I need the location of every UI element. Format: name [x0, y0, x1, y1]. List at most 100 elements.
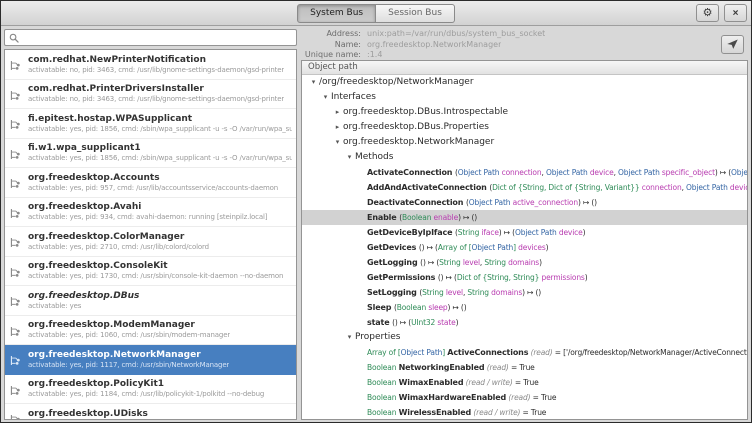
session-bus-tab[interactable]: Session Bus: [376, 4, 455, 23]
bus-list-item[interactable]: org.freedesktop.Accountsactivatable: yes…: [5, 168, 296, 198]
bus-detail: activatable: yes, pid: 1856, cmd: /sbin/…: [28, 154, 292, 163]
bus-detail: activatable: yes, pid: 934, cmd: avahi-d…: [28, 213, 267, 222]
method-row[interactable]: ActivateConnection (Object Path connecti…: [302, 165, 747, 180]
bus-list-item[interactable]: org.freedesktop.ConsoleKitactivatable: y…: [5, 257, 296, 287]
gear-icon: ⚙: [703, 7, 713, 19]
bus-detail: activatable: yes, pid: 1184, cmd: /usr/l…: [28, 390, 264, 399]
method-row[interactable]: GetPermissions () ↦ (Dict of {String, St…: [302, 270, 747, 285]
bus-name: org.freedesktop.ColorManager: [28, 231, 209, 243]
dbus-service-icon: [9, 234, 23, 248]
address-value: unix:path=/var/run/dbus/system_bus_socke…: [367, 29, 545, 40]
dfeet-window: System Bus Session Bus ⚙ ×: [0, 0, 752, 423]
search-icon: [9, 28, 19, 47]
bus-detail: activatable: no, pid: 3463, cmd: /usr/li…: [28, 95, 284, 104]
bus-name-pane: com.redhat.NewPrinterNotification activat…: [1, 26, 297, 422]
close-button[interactable]: ×: [724, 4, 747, 22]
expander-icon[interactable]: ▾: [308, 75, 319, 90]
bus-name: org.freedesktop.Avahi: [28, 201, 267, 213]
search-entry[interactable]: [4, 29, 297, 46]
bus-list-item[interactable]: fi.w1.wpa_supplicant1activatable: yes, p…: [5, 139, 296, 169]
bus-name: fi.epitest.hostap.WPASupplicant: [28, 113, 292, 125]
bus-name: com.redhat.NewPrinterNotification: [28, 54, 284, 66]
bus-list-item[interactable]: org.freedesktop.Avahiactivatable: yes, p…: [5, 198, 296, 228]
bus-name: org.freedesktop.NetworkManager: [28, 349, 229, 361]
introspection-pane: Address: unix:path=/var/run/dbus/system_…: [301, 26, 751, 422]
settings-button[interactable]: ⚙: [696, 4, 719, 22]
bus-name: org.freedesktop.UDisks: [28, 408, 148, 420]
bus-detail: activatable: yes, pid: 1117, cmd: /usr/s…: [28, 361, 229, 370]
method-row[interactable]: SetLogging (String level, String domains…: [302, 285, 747, 300]
property-row[interactable]: Array of [Object Path] ActiveConnections…: [302, 345, 747, 360]
dbus-service-icon: [9, 57, 23, 71]
bus-detail: activatable: yes, pid: 1856, cmd: /sbin/…: [28, 125, 292, 134]
method-row[interactable]: GetDeviceByIpIface (String iface) ↦ (Obj…: [302, 225, 747, 240]
interface-node[interactable]: ▸org.freedesktop.DBus.Introspectable: [302, 105, 747, 120]
bus-detail: activatable: yes, pid: 1060, cmd: /usr/s…: [28, 331, 230, 340]
property-row[interactable]: Boolean WirelessEnabled (read / write) =…: [302, 405, 747, 419]
property-row[interactable]: Boolean WimaxHardwareEnabled (read) = Tr…: [302, 390, 747, 405]
bus-detail: activatable: yes: [28, 302, 139, 311]
bus-list-item[interactable]: org.freedesktop.ColorManageractivatable:…: [5, 227, 296, 257]
dbus-service-icon: [9, 382, 23, 396]
dbus-service-icon: [9, 352, 23, 366]
bus-detail: activatable: yes, pid: 2710, cmd: /usr/l…: [28, 243, 209, 252]
bus-name: org.freedesktop.DBus: [28, 290, 139, 302]
bus-list-item[interactable]: com.redhat.PrinterDriversInstalleractiva…: [5, 80, 296, 110]
expander-icon[interactable]: ▾: [320, 90, 331, 105]
bus-name: fi.w1.wpa_supplicant1: [28, 142, 292, 154]
methods-node[interactable]: ▾Methods: [302, 150, 747, 165]
bus-list-item[interactable]: org.freedesktop.ModemManageractivatable:…: [5, 316, 296, 346]
method-row[interactable]: AddAndActivateConnection (Dict of {Strin…: [302, 180, 747, 195]
method-row[interactable]: DeactivateConnection (Object Path active…: [302, 195, 747, 210]
dbus-service-icon: [9, 411, 23, 420]
bus-name: org.freedesktop.ModemManager: [28, 319, 230, 331]
interface-node[interactable]: ▾org.freedesktop.NetworkManager: [302, 135, 747, 150]
object-tree-body: ▾/org/freedesktop/NetworkManager▾Interfa…: [302, 75, 747, 419]
tree-column-header[interactable]: Object path: [302, 61, 747, 75]
interface-node[interactable]: ▸org.freedesktop.DBus.Properties: [302, 120, 747, 135]
send-icon: [726, 38, 739, 53]
method-row[interactable]: GetDevices () ↦ (Array of [Object Path] …: [302, 240, 747, 255]
dbus-service-icon: [9, 116, 23, 130]
interfaces-node[interactable]: ▾Interfaces: [302, 90, 747, 105]
bus-switcher: System Bus Session Bus: [297, 4, 455, 23]
toolbar-right-group: ⚙ ×: [696, 4, 747, 22]
bus-detail: activatable: yes, pid: 957, cmd: /usr/li…: [28, 184, 278, 193]
execute-method-button[interactable]: [721, 35, 744, 54]
bus-list-item[interactable]: com.redhat.NewPrinterNotificationactivat…: [5, 50, 296, 80]
object-path-tree: Object path ▾/org/freedesktop/NetworkMan…: [301, 60, 748, 420]
name-label: Name:: [303, 40, 361, 51]
search-input[interactable]: [23, 33, 292, 43]
dbus-service-icon: [9, 146, 23, 160]
bus-list-item[interactable]: org.freedesktop.DBusactivatable: yes: [5, 286, 296, 316]
dbus-service-icon: [9, 323, 23, 337]
property-row[interactable]: Boolean NetworkingEnabled (read) = True: [302, 360, 747, 375]
bus-list-item[interactable]: org.freedesktop.NetworkManageractivatabl…: [5, 345, 296, 375]
expander-icon[interactable]: ▸: [332, 105, 343, 120]
dbus-service-icon: [9, 293, 23, 307]
expander-icon[interactable]: ▾: [332, 135, 343, 150]
bus-list-item[interactable]: fi.epitest.hostap.WPASupplicantactivatab…: [5, 109, 296, 139]
expander-icon[interactable]: ▾: [344, 150, 355, 165]
expander-icon[interactable]: ▾: [344, 330, 355, 345]
address-label: Address:: [303, 29, 361, 40]
dbus-service-icon: [9, 175, 23, 189]
system-bus-tab[interactable]: System Bus: [297, 4, 376, 23]
method-row[interactable]: Enable (Boolean enable) ↦ (): [302, 210, 747, 225]
method-row[interactable]: Sleep (Boolean sleep) ↦ (): [302, 300, 747, 315]
properties-node[interactable]: ▾Properties: [302, 330, 747, 345]
bus-list-item[interactable]: org.freedesktop.UDisksactivatable: yes: [5, 404, 296, 420]
property-row[interactable]: Boolean WimaxEnabled (read / write) = Tr…: [302, 375, 747, 390]
main-content: com.redhat.NewPrinterNotification activat…: [1, 26, 751, 422]
object-path-node[interactable]: ▾/org/freedesktop/NetworkManager: [302, 75, 747, 90]
expander-icon[interactable]: ▸: [332, 120, 343, 135]
dbus-service-icon: [9, 87, 23, 101]
close-icon: ×: [733, 8, 739, 19]
method-row[interactable]: state () ↦ (UInt32 state): [302, 315, 747, 330]
bus-list: com.redhat.NewPrinterNotification activat…: [4, 49, 297, 420]
method-row[interactable]: GetLogging () ↦ (String level, String do…: [302, 255, 747, 270]
header-toolbar: System Bus Session Bus ⚙ ×: [1, 1, 751, 26]
connection-details: Address: unix:path=/var/run/dbus/system_…: [301, 26, 748, 60]
bus-list-item[interactable]: org.freedesktop.PolicyKit1activatable: y…: [5, 375, 296, 405]
bus-name: org.freedesktop.PolicyKit1: [28, 378, 264, 390]
